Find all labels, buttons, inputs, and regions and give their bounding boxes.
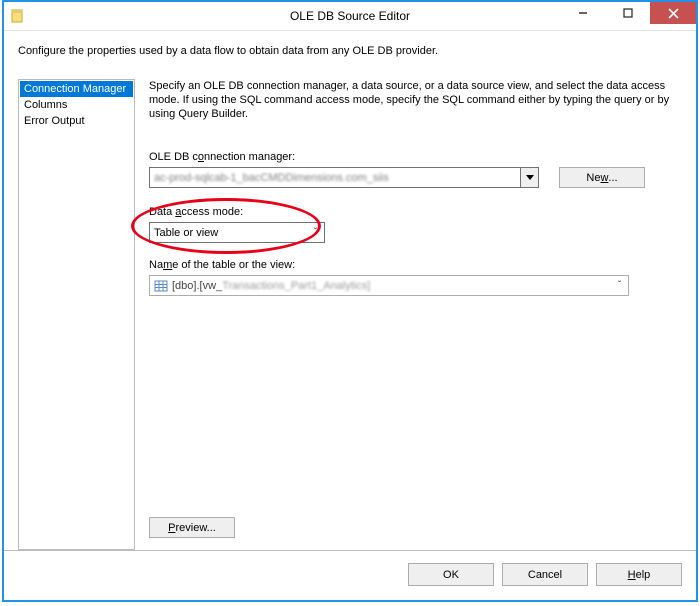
connection-manager-dropdown[interactable]: ac-prod-sqlcab-1_bacCMDDimensions.com_si… <box>149 167 539 188</box>
table-name-label: Name of the table or the view: <box>149 259 682 271</box>
close-button[interactable] <box>650 2 696 24</box>
titlebar: OLE DB Source Editor <box>4 2 696 31</box>
sidebar-item-connection-manager[interactable]: Connection Manager <box>20 81 133 97</box>
connection-manager-value: ac-prod-sqlcab-1_bacCMDDimensions.com_si… <box>150 172 520 184</box>
titlebar-left <box>10 8 26 24</box>
preview-button[interactable]: Preview... <box>149 517 235 538</box>
dialog-body: Configure the properties used by a data … <box>4 31 696 600</box>
help-button[interactable]: Help <box>596 563 682 586</box>
content-panel: Specify an OLE DB connection manager, a … <box>149 79 682 550</box>
window-controls <box>560 2 696 30</box>
sidebar-item-error-output[interactable]: Error Output <box>20 113 133 129</box>
data-access-value: Table or view <box>150 227 307 239</box>
data-access-label: Data access mode: <box>149 206 682 218</box>
preview-row: Preview... <box>149 517 682 538</box>
maximize-button[interactable] <box>605 2 650 24</box>
data-access-group: Data access mode: Table or view ˇ <box>149 206 682 243</box>
table-name-dropdown[interactable]: [dbo].[vw_Transactions_Part1_Analytics] … <box>149 275 629 296</box>
intro-text: Configure the properties used by a data … <box>18 45 682 57</box>
dropdown-arrow-icon: ˇ <box>307 223 324 242</box>
connection-manager-row: ac-prod-sqlcab-1_bacCMDDimensions.com_si… <box>149 167 682 188</box>
panel-description: Specify an OLE DB connection manager, a … <box>149 79 682 121</box>
data-access-dropdown[interactable]: Table or view ˇ <box>149 222 325 243</box>
main-area: Connection Manager Columns Error Output … <box>18 79 682 550</box>
dropdown-arrow-icon: ˇ <box>611 276 628 295</box>
dialog-footer: OK Cancel Help <box>4 550 696 600</box>
table-name-value: [dbo].[vw_Transactions_Part1_Analytics] <box>172 280 611 292</box>
sidebar: Connection Manager Columns Error Output <box>18 79 135 550</box>
table-icon <box>153 278 169 294</box>
ok-button[interactable]: OK <box>408 563 494 586</box>
new-connection-button[interactable]: New... <box>559 167 645 188</box>
minimize-button[interactable] <box>560 2 605 24</box>
connection-manager-label: OLE DB connection manager: <box>149 151 682 163</box>
cancel-button[interactable]: Cancel <box>502 563 588 586</box>
sidebar-item-columns[interactable]: Columns <box>20 97 133 113</box>
dropdown-arrow-icon <box>520 168 538 187</box>
app-icon <box>10 8 26 24</box>
dialog-window: OLE DB Source Editor Configure the prope… <box>2 0 698 602</box>
